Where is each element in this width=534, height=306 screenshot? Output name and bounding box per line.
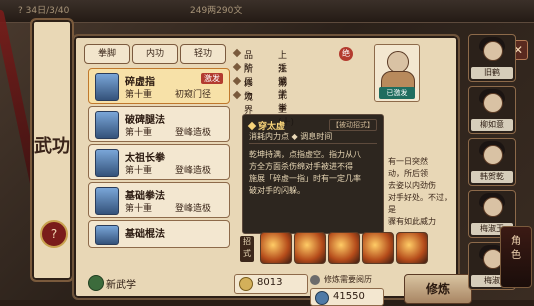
character-face: [483, 41, 503, 61]
skill-info: 品阶 上乘武学 绝 所属 江湖武学 修为 第十重(十) 境界: [232, 47, 384, 128]
portrait-face: [387, 51, 409, 73]
party-sidebar: 旧鹤 柳如意 韩贺乾 梅淑玉 梅淑 角色: [458, 34, 532, 296]
diamond-bullet-icon: [232, 62, 242, 72]
tooltip-line: 消耗内力点 ◆ 调息时间: [249, 132, 333, 141]
character-name: 柳如意: [471, 119, 513, 131]
tab-light-body[interactable]: 轻功: [180, 44, 226, 64]
skill-stage: 初窥门径: [175, 90, 212, 100]
moves-bar: 招式: [234, 232, 454, 266]
skill-name: 太祖长拳: [125, 153, 165, 164]
new-martial-art-icon: [88, 275, 104, 291]
skill-book-icon: [95, 73, 119, 101]
coin-value: 8013: [257, 277, 283, 288]
character-face: [483, 93, 503, 113]
tab-fist-leg[interactable]: 拳脚: [84, 44, 130, 64]
skill-book-icon: [95, 225, 119, 245]
role-button-label: 角色: [511, 236, 521, 261]
skill-level: 第十重: [125, 204, 153, 214]
role-button[interactable]: 角色: [500, 226, 532, 288]
character-face: [483, 145, 503, 165]
character-name: 韩贺乾: [471, 171, 513, 183]
training-cost: 41550: [310, 288, 384, 306]
skill-card[interactable]: 太祖长拳 第十重 登峰造极: [88, 144, 230, 180]
skill-portrait: 已激发: [374, 44, 420, 102]
activated-badge: 激发: [201, 73, 223, 84]
rank-seal-icon: 绝: [339, 47, 353, 61]
skill-card[interactable]: 碎虚指 第十重 初窥门径 激发: [88, 68, 230, 104]
party-member[interactable]: 旧鹤: [468, 34, 516, 82]
skill-stage: 登峰造极: [175, 128, 212, 138]
coin-count: 8013: [234, 274, 308, 294]
skill-stage: 登峰造极: [175, 166, 212, 176]
tooltip-line: 施展「碎虚一指」时有一定几率: [249, 174, 361, 183]
move-icon[interactable]: [260, 232, 292, 264]
party-member[interactable]: 柳如意: [468, 86, 516, 134]
skill-name: 基础棍法: [125, 229, 165, 240]
experience-icon: [310, 275, 320, 285]
training-requirement-label: 修炼需要阅历: [324, 275, 372, 284]
diamond-icon: [247, 121, 257, 131]
tooltip-mode: 【被动招式】: [329, 119, 377, 131]
moves-label: 招式: [240, 236, 254, 262]
skill-book-icon: [95, 111, 119, 139]
skill-name: 破碑腿法: [125, 115, 165, 126]
skill-name: 基础拳法: [125, 191, 165, 202]
skill-card[interactable]: 破碑腿法 第十重 登峰造极: [88, 106, 230, 142]
scroll-title: 武功: [34, 136, 70, 157]
tooltip-separator: [249, 143, 377, 144]
skill-description-text: 有一日突然 动，所后领 去姿以内劲伤 对手好处。不过，是 骤有如此威力: [388, 157, 452, 226]
diamond-bullet-icon: [232, 48, 242, 58]
tooltip-line: 破对手的闪躲。: [249, 186, 305, 195]
skill-book-icon: [95, 187, 119, 215]
tooltip-line: 方全方面杀伤绵对手被进不得: [249, 162, 353, 171]
skill-level: 第十重: [125, 166, 153, 176]
activated-tag: 已激发: [379, 87, 415, 99]
training-cost-value: 41550: [333, 291, 365, 302]
skills-panel: 拳脚 内功 轻功 碎虚指 第十重 初窥门径 激发 破碑腿法 第十重 登峰造极 太…: [72, 34, 472, 306]
info-key: 境界: [244, 93, 254, 116]
martial-arts-scroll: 武功 ?: [30, 18, 74, 282]
experience-cost-icon: [315, 291, 329, 305]
skill-level: 第十重: [125, 90, 153, 100]
diamond-bullet-icon: [232, 90, 242, 100]
top-status-bar: ? 34日/3/40 249两290文: [0, 0, 534, 23]
move-icon[interactable]: [328, 232, 360, 264]
coin-icon: [239, 277, 253, 291]
character-face: [483, 197, 503, 217]
help-badge[interactable]: ?: [40, 220, 68, 248]
top-status-money: 249两290文: [190, 6, 243, 16]
new-martial-art-label: 新武学: [106, 280, 136, 291]
skill-name: 碎虚指: [125, 77, 155, 88]
tab-inner-art[interactable]: 内功: [132, 44, 178, 64]
move-icon[interactable]: [294, 232, 326, 264]
skill-card[interactable]: 基础棍法: [88, 220, 230, 248]
tooltip-line: 乾坤持满，点指虚空。指力从八: [249, 150, 361, 159]
move-icon[interactable]: [362, 232, 394, 264]
diamond-bullet-icon: [232, 76, 242, 86]
top-status-time: ? 34日/3/40: [18, 6, 70, 16]
skill-book-icon: [95, 149, 119, 177]
skill-level: 第十重: [125, 128, 153, 138]
skill-card[interactable]: 基础拳法 第十重 登峰造极: [88, 182, 230, 218]
skill-list[interactable]: 碎虚指 第十重 初窥门径 激发 破碑腿法 第十重 登峰造极 太祖长拳 第十重 登…: [88, 68, 230, 258]
training-requirement: 修炼需要阅历: [310, 274, 382, 286]
new-martial-art[interactable]: 新武学: [88, 274, 228, 292]
move-icon[interactable]: [396, 232, 428, 264]
move-tooltip: 穿太虚 【被动招式】 消耗内力点 ◆ 调息时间 乾坤持满，点指虚空。指力从八 方…: [242, 114, 384, 234]
skill-stage: 登峰造极: [175, 204, 212, 214]
skill-description: 有一日突然 动，所后领 去姿以内劲伤 对手好处。不过，是 骤有如此威力: [388, 156, 454, 240]
party-member[interactable]: 韩贺乾: [468, 138, 516, 186]
character-name: 旧鹤: [471, 67, 513, 79]
